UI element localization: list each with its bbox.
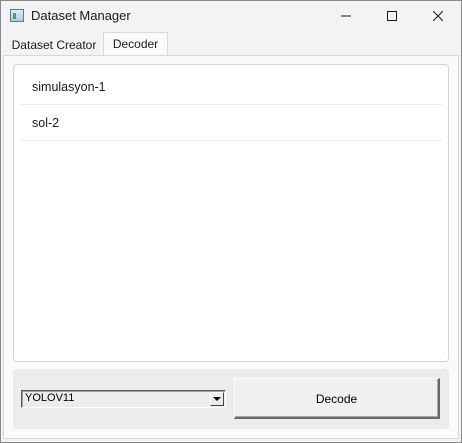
minimize-icon	[341, 15, 351, 17]
window-title: Dataset Manager	[31, 8, 131, 23]
minimize-button[interactable]	[323, 1, 369, 31]
list-item[interactable]: sol-2	[20, 105, 442, 141]
decode-button[interactable]: Decode	[234, 378, 440, 419]
app-window: Dataset Manager Dataset Creator Decoder …	[0, 0, 462, 443]
list-item[interactable]: simulasyon-1	[20, 69, 442, 105]
tab-decoder[interactable]: Decoder	[103, 32, 168, 56]
tab-dataset-creator[interactable]: Dataset Creator	[5, 35, 103, 55]
close-icon	[433, 11, 443, 21]
dataset-list[interactable]: simulasyon-1 sol-2	[13, 64, 449, 362]
tab-bar: Dataset Creator Decoder	[1, 32, 461, 56]
model-select[interactable]: YOLOV11	[21, 390, 226, 408]
maximize-button[interactable]	[369, 1, 415, 31]
chevron-down-icon[interactable]	[210, 392, 224, 406]
app-icon	[10, 9, 24, 22]
close-button[interactable]	[415, 1, 461, 31]
maximize-icon	[387, 11, 397, 21]
title-bar[interactable]: Dataset Manager	[1, 1, 461, 31]
model-select-value: YOLOV11	[25, 392, 75, 404]
